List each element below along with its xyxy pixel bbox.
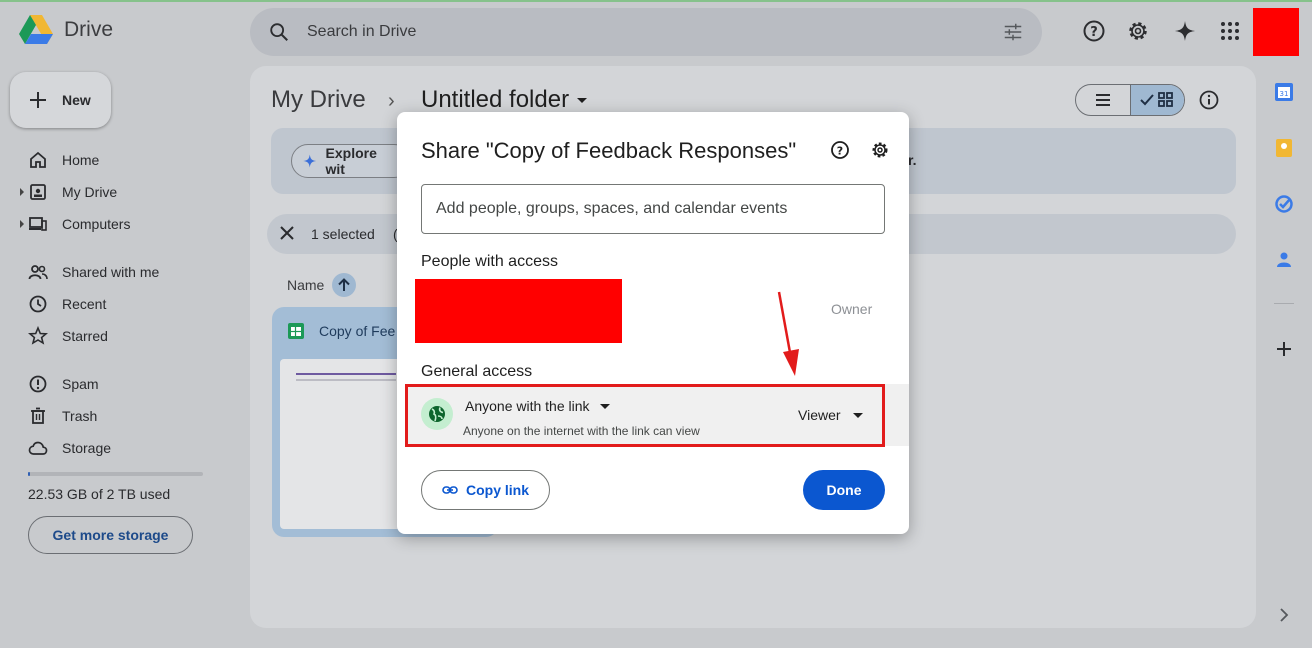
annotation-highlight-box [405,384,885,447]
owner-role-label: Owner [831,301,873,317]
keep-icon[interactable] [1274,138,1294,158]
tasks-icon[interactable] [1274,194,1294,214]
home-icon [30,151,46,168]
sharing-settings-gear-icon[interactable] [870,140,890,160]
general-access-heading: General access [421,363,533,380]
plus-icon [30,92,46,108]
sidebar-item-storage[interactable]: Storage [20,436,220,460]
people-with-access-heading: People with access [421,253,558,270]
copy-link-label: Copy link [465,482,529,498]
sidebar-item-home[interactable]: Home [20,148,220,172]
breadcrumb-current-folder[interactable]: Untitled folder [421,86,588,114]
add-people-input[interactable] [421,184,885,234]
rail-divider [1274,303,1294,304]
drive-logo-icon [19,15,53,44]
storage-progress-fill [28,472,31,476]
sidebar-item-trash[interactable]: Trash [20,404,220,428]
link-icon [442,486,458,494]
sort-arrow-up-icon[interactable] [332,273,357,297]
sidebar-item-computers[interactable]: Computers [20,212,220,236]
sidebar-item-label: Shared with me [62,264,160,280]
grid-view-button[interactable] [1129,85,1184,115]
settings-gear-icon[interactable] [1125,18,1151,44]
owner-person-redacted [415,279,622,343]
sidebar-item-shared-with-me[interactable]: Shared with me [20,260,220,284]
sidebar-item-label: My Drive [62,184,118,200]
cloud-icon [28,441,48,455]
svg-text:?: ? [837,145,843,158]
sidebar-item-label: Storage [62,440,112,456]
svg-text:31: 31 [1280,90,1289,98]
drive-logo[interactable]: Drive [18,14,113,46]
google-sheets-icon [288,323,304,339]
sidebar-item-recent[interactable]: Recent [20,292,220,316]
sidebar-item-label: Home [62,152,100,168]
shared-icon [28,265,48,280]
sidebar-item-label: Starred [62,328,108,344]
get-more-storage-button[interactable]: Get more storage [28,516,193,554]
sidebar-item-starred[interactable]: Starred [20,324,220,348]
search-options-icon[interactable] [1002,21,1024,43]
share-dialog: Share "Copy of Feedback Responses" ? Peo… [397,112,909,534]
list-icon [1095,94,1110,106]
computers-icon [29,217,47,231]
list-view-button[interactable] [1076,85,1130,115]
account-avatar[interactable] [1253,8,1299,56]
search-icon[interactable] [268,21,290,43]
file-name: Copy of Fee [319,323,396,339]
breadcrumb-separator: › [388,90,395,112]
storage-usage-text: 22.53 GB of 2 TB used [28,486,171,502]
explore-chip-label: Explore wit [325,145,377,177]
sidebar-item-label: Recent [62,296,107,312]
banner-text-tail: r. [908,152,917,168]
breadcrumb-my-drive[interactable]: My Drive [271,86,366,114]
storage-progress-bar [28,472,203,476]
gemini-sparkle-icon[interactable] [1172,18,1198,44]
top-border-line [0,0,1312,2]
my-drive-icon [30,184,46,200]
star-icon [28,326,48,345]
new-button-label: New [62,92,91,108]
copy-link-button[interactable]: Copy link [421,470,550,510]
sidebar-item-spam[interactable]: Spam [20,372,220,396]
view-toggle[interactable] [1075,84,1185,116]
folder-menu-caret-icon [577,97,588,103]
help-icon[interactable]: ? [830,140,850,160]
sidebar-item-label: Trash [62,408,98,424]
spam-icon [29,375,47,393]
share-dialog-title: Share "Copy of Feedback Responses" [421,138,797,163]
name-column-label: Name [287,277,325,293]
name-column-header[interactable]: Name [287,273,357,297]
help-icon[interactable]: ? [1081,18,1107,44]
contacts-icon[interactable] [1274,250,1294,270]
selection-count: 1 selected [311,226,375,242]
search-input[interactable]: Search in Drive [307,23,416,41]
app-name: Drive [64,18,114,41]
thumbnail-line [296,373,396,375]
chevron-right-icon[interactable] [1276,607,1292,623]
trash-icon [31,407,45,424]
new-button[interactable]: New [10,72,111,128]
sidebar-item-label: Spam [62,376,99,392]
done-button[interactable]: Done [803,470,885,510]
clock-icon [29,295,47,313]
grid-check-icon [1140,92,1174,107]
search-bar[interactable]: Search in Drive [250,8,1042,56]
apps-grid-icon[interactable] [1217,18,1243,44]
thumbnail-line [296,379,396,381]
svg-text:?: ? [1090,25,1098,40]
sidebar-item-my-drive[interactable]: My Drive [20,180,220,204]
sparkle-icon [303,154,317,168]
clear-selection-close-icon[interactable] [279,225,295,241]
sidebar-item-label: Computers [62,216,131,232]
breadcrumb-current-label: Untitled folder [421,86,570,113]
add-addon-plus-icon[interactable] [1274,339,1294,359]
info-icon[interactable] [1198,89,1220,111]
calendar-icon[interactable]: 31 [1274,82,1294,102]
explore-chip[interactable]: Explore wit [291,144,411,178]
expand-caret-icon[interactable] [20,188,24,196]
expand-caret-icon[interactable] [20,220,24,228]
